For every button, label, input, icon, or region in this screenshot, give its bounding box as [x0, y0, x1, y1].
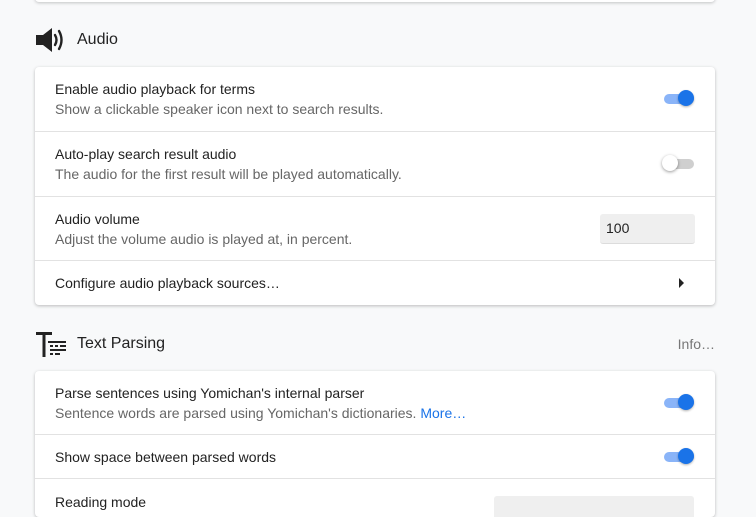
setting-row-enable-audio: Enable audio playback for terms Show a c…: [35, 67, 715, 132]
previous-section-card: [35, 0, 715, 2]
text-parsing-section-header: Text Parsing Info…: [35, 326, 715, 362]
show-space-toggle[interactable]: [664, 447, 694, 467]
audio-settings-card: Enable audio playback for terms Show a c…: [35, 67, 715, 305]
setting-row-parse-sentences: Parse sentences using Yomichan's interna…: [35, 371, 715, 435]
setting-description-text: Sentence words are parsed using Yomichan…: [55, 404, 417, 421]
setting-description: The audio for the first result will be p…: [55, 166, 402, 182]
section-title-text-parsing: Text Parsing: [77, 335, 166, 352]
setting-row-show-space: Show space between parsed words: [35, 435, 715, 479]
setting-label: Audio volume: [55, 210, 140, 227]
setting-description: Sentence words are parsed using Yomichan…: [55, 403, 664, 423]
audio-section-header: Audio: [35, 22, 715, 58]
setting-label: Configure audio playback sources…: [55, 275, 280, 291]
setting-row-reading-mode: Reading mode: [35, 479, 715, 517]
setting-label: Show space between parsed words: [55, 448, 277, 465]
autoplay-audio-toggle[interactable]: [662, 154, 694, 174]
enable-audio-toggle[interactable]: [664, 89, 694, 109]
setting-description: Adjust the volume audio is played at, in…: [55, 230, 353, 247]
setting-row-autoplay-audio: Auto-play search result audio The audio …: [35, 132, 715, 197]
info-link[interactable]: Info…: [678, 336, 715, 352]
text-parsing-icon: [35, 329, 67, 359]
setting-label: Auto-play search result audio: [55, 146, 237, 162]
audio-volume-input[interactable]: [600, 213, 695, 244]
text-parsing-settings-card: Parse sentences using Yomichan's interna…: [35, 371, 715, 517]
setting-row-audio-volume: Audio volume Adjust the volume audio is …: [35, 197, 715, 261]
speaker-icon: [35, 25, 67, 55]
parse-sentences-toggle[interactable]: [664, 393, 694, 413]
section-title-audio: Audio: [77, 31, 118, 48]
configure-audio-sources-link[interactable]: Configure audio playback sources…: [35, 261, 715, 305]
more-link[interactable]: More…: [420, 405, 466, 421]
chevron-right-icon: [679, 278, 684, 288]
setting-label: Enable audio playback for terms: [55, 81, 255, 97]
setting-label: Parse sentences using Yomichan's interna…: [55, 384, 365, 401]
setting-description: Show a clickable speaker icon next to se…: [55, 101, 384, 117]
